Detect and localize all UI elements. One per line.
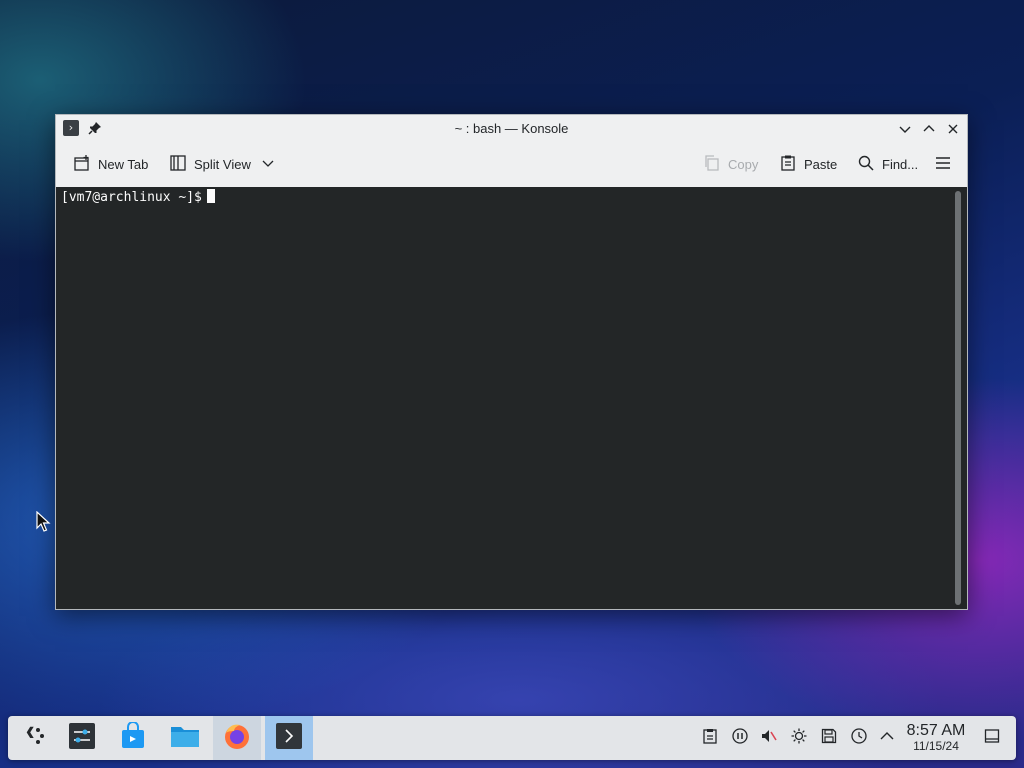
folder-icon bbox=[170, 722, 200, 755]
toolbar: New Tab Split View Copy Paste Find... bbox=[56, 142, 967, 188]
update-icon bbox=[851, 727, 867, 749]
brightness-icon bbox=[791, 728, 807, 749]
taskbar: 8:57 AM 11/15/24 bbox=[8, 716, 1016, 760]
konsole-window: › ~ : bash — Konsole New Tab Split View bbox=[55, 114, 968, 610]
copy-button[interactable]: Copy bbox=[703, 154, 758, 174]
terminal-area[interactable]: [vm7@archlinux ~]$ bbox=[56, 187, 967, 609]
digital-clock[interactable]: 8:57 AM 11/15/24 bbox=[901, 722, 971, 753]
text-cursor bbox=[206, 189, 215, 203]
new-tab-icon bbox=[73, 154, 91, 175]
hamburger-menu-button[interactable] bbox=[934, 154, 952, 174]
firefox-icon bbox=[222, 721, 252, 756]
paste-label: Paste bbox=[804, 156, 838, 172]
prompt-line: [vm7@archlinux ~]$ bbox=[61, 189, 215, 205]
media-player-tray-button[interactable] bbox=[730, 727, 750, 749]
chevron-down-icon[interactable] bbox=[262, 157, 274, 172]
copy-icon bbox=[703, 154, 721, 175]
minimize-button[interactable] bbox=[895, 119, 915, 139]
new-tab-button[interactable]: New Tab bbox=[73, 154, 148, 174]
volume-muted-icon bbox=[761, 728, 777, 749]
clipboard-tray-button[interactable] bbox=[700, 728, 720, 748]
application-launcher-button[interactable] bbox=[10, 716, 58, 760]
shell-prompt: [vm7@archlinux ~]$ bbox=[61, 190, 202, 205]
title-bar[interactable]: › ~ : bash — Konsole bbox=[56, 115, 967, 142]
launcher-icon bbox=[22, 724, 46, 753]
task-dolphin[interactable] bbox=[161, 716, 209, 760]
show-desktop-icon bbox=[984, 728, 1000, 749]
task-konsole[interactable] bbox=[265, 716, 313, 760]
brightness-tray-button[interactable] bbox=[789, 728, 809, 748]
media-pause-icon bbox=[732, 727, 748, 749]
clock-time: 8:57 AM bbox=[906, 722, 966, 739]
paste-icon bbox=[779, 154, 797, 175]
storage-tray-button[interactable] bbox=[819, 728, 839, 748]
task-firefox[interactable] bbox=[213, 716, 261, 760]
updates-tray-button[interactable] bbox=[849, 727, 869, 749]
find-label: Find... bbox=[882, 156, 919, 172]
split-view-icon bbox=[169, 154, 187, 175]
search-icon bbox=[857, 154, 875, 175]
store-icon bbox=[119, 720, 147, 755]
storage-icon bbox=[821, 728, 837, 749]
clock-date: 11/15/24 bbox=[913, 739, 959, 753]
paste-button[interactable]: Paste bbox=[779, 154, 837, 174]
maximize-button[interactable] bbox=[919, 119, 939, 139]
terminal-icon bbox=[275, 722, 303, 755]
chevron-up-icon bbox=[879, 728, 895, 749]
window-title: ~ : bash — Konsole bbox=[454, 121, 569, 136]
find-button[interactable]: Find... bbox=[857, 154, 918, 174]
split-view-label: Split View bbox=[194, 156, 251, 172]
volume-tray-button[interactable] bbox=[759, 728, 779, 748]
split-view-button[interactable]: Split View bbox=[169, 154, 274, 174]
show-hidden-icons-button[interactable] bbox=[877, 728, 897, 748]
copy-label: Copy bbox=[728, 156, 759, 172]
show-desktop-button[interactable] bbox=[982, 728, 1002, 748]
close-button[interactable] bbox=[943, 119, 963, 139]
hamburger-menu-icon bbox=[934, 154, 952, 175]
task-system-settings[interactable] bbox=[58, 716, 106, 760]
clipboard-icon bbox=[702, 728, 718, 749]
scrollbar[interactable] bbox=[955, 191, 961, 605]
new-tab-label: New Tab bbox=[98, 156, 149, 172]
task-discover[interactable] bbox=[109, 716, 157, 760]
settings-icon bbox=[68, 722, 96, 755]
mouse-pointer-icon bbox=[36, 510, 52, 538]
